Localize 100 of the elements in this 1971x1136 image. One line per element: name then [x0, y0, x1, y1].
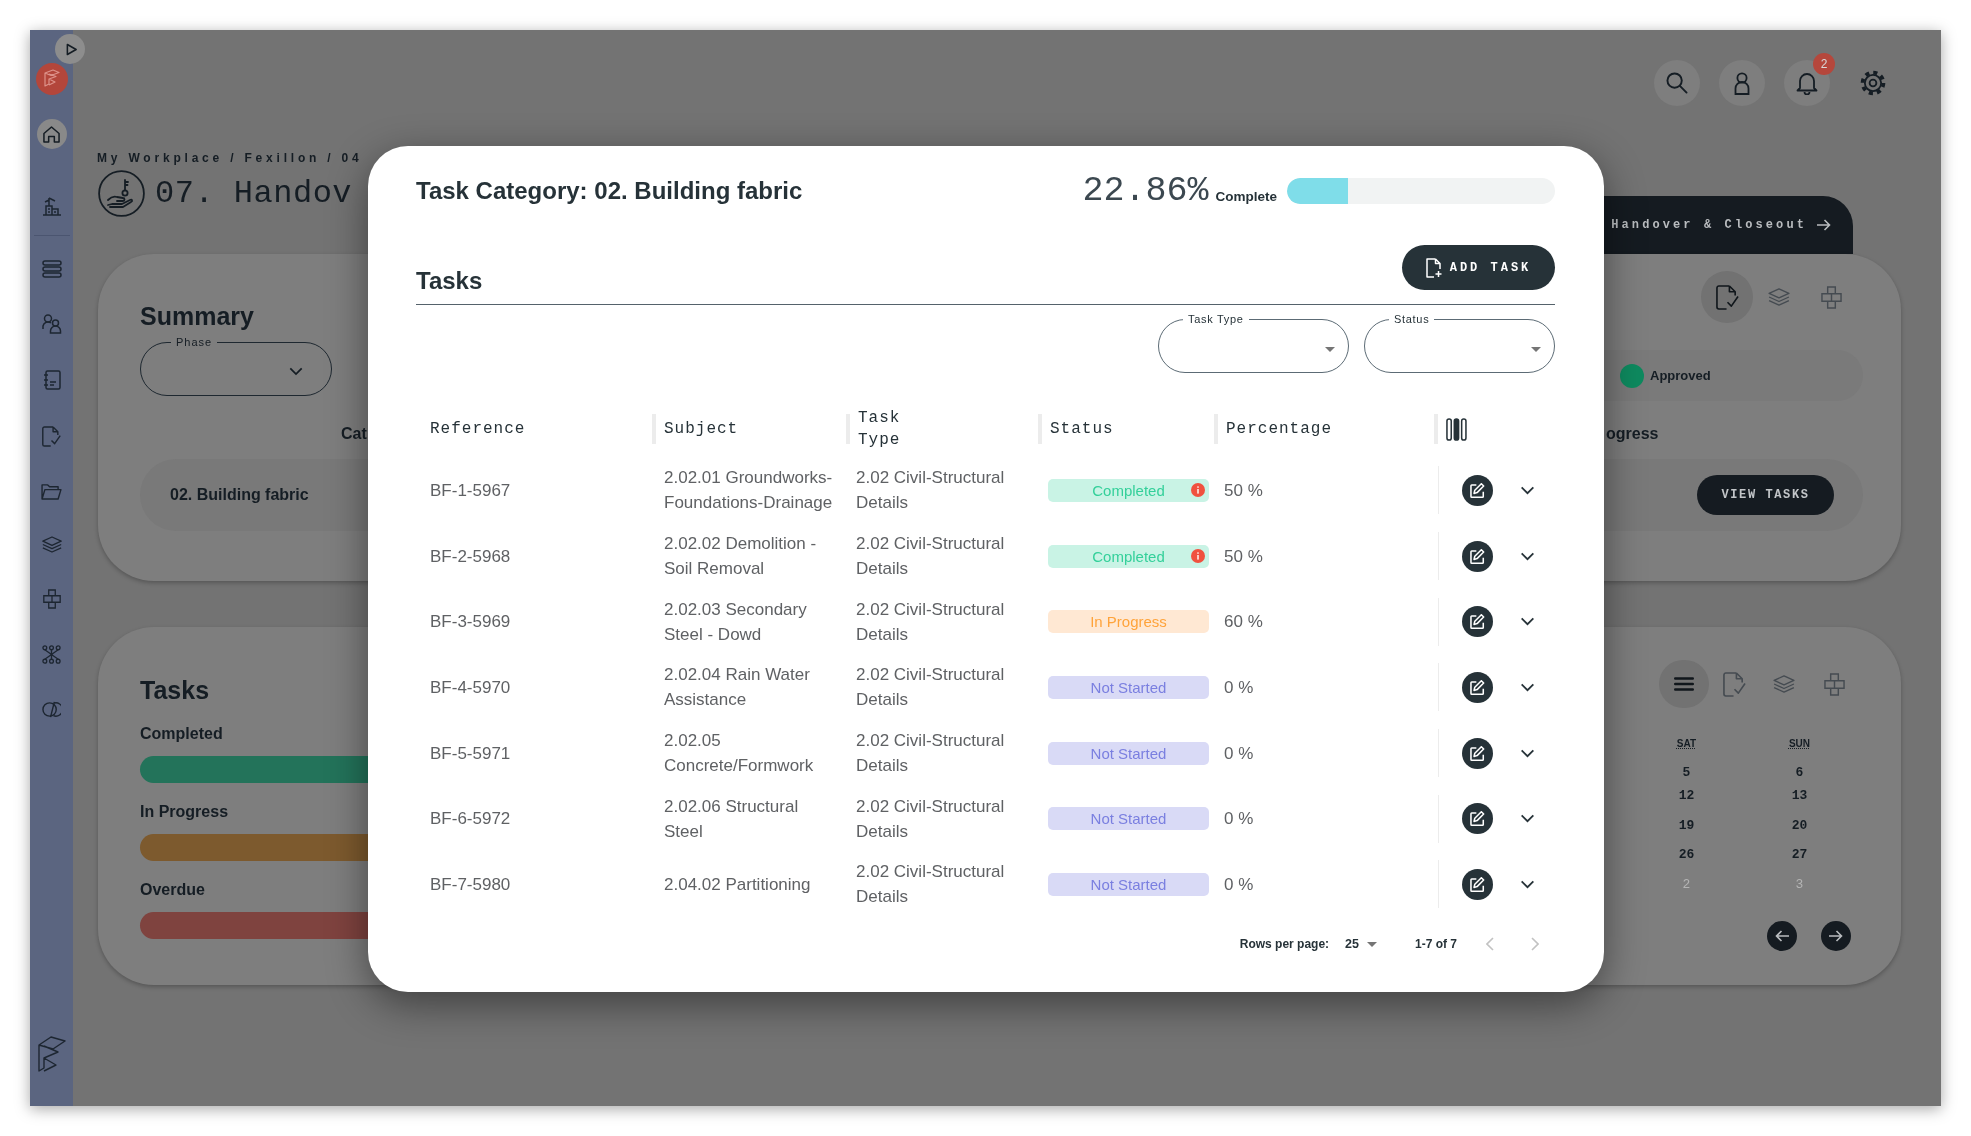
task-type-cell-text: 2.02 Civil-Structural Details: [855, 861, 1006, 909]
notification-badge: 2: [1813, 53, 1835, 75]
expand-row-button[interactable]: [1520, 551, 1535, 561]
section-title: Tasks: [416, 267, 483, 295]
edit-button[interactable]: [1462, 606, 1493, 638]
subject-cell-text: 2.02.02 Demolition - Soil Removal: [663, 533, 818, 581]
network-icon[interactable]: [42, 645, 61, 664]
status-label: Completed: [1092, 546, 1165, 567]
crane-icon[interactable]: [41, 196, 62, 216]
column-header[interactable]: Status: [1038, 414, 1214, 444]
reference-cell-text: BF-3-5969: [429, 611, 511, 634]
calendar-date[interactable]: 26: [1678, 840, 1695, 870]
reference-cell-text: BF-6-5972: [429, 808, 511, 831]
stack-icon[interactable]: [41, 260, 62, 278]
edit-icon: [1470, 811, 1485, 827]
task-type-cell-text: 2.02 Civil-Structural Details: [855, 533, 1006, 581]
column-header[interactable]: Reference: [416, 414, 652, 444]
previous-month-button[interactable]: [1767, 920, 1797, 951]
calendar-date[interactable]: 19: [1678, 810, 1695, 841]
edit-button[interactable]: [1462, 540, 1493, 572]
column-header[interactable]: Subject: [652, 414, 846, 444]
expand-row-button[interactable]: [1520, 814, 1535, 824]
layers-icon: [1768, 288, 1790, 306]
play-icon: [66, 42, 77, 56]
chevron-down-icon: [1520, 879, 1535, 889]
sidebar-toggle-button[interactable]: [55, 34, 85, 64]
chevron-down-icon: [289, 366, 303, 376]
bar-label: Overdue: [140, 880, 205, 900]
edit-icon: [1470, 679, 1485, 695]
checklist-icon: [1715, 284, 1739, 310]
calendar-date[interactable]: 27: [1791, 840, 1808, 870]
expand-row-button[interactable]: [1520, 617, 1535, 627]
search-button[interactable]: [1654, 60, 1700, 106]
subject-cell-text: 2.02.04 Rain Water Assistance: [663, 664, 811, 712]
expand-row-button[interactable]: [1520, 682, 1535, 692]
subject-cell-text: 2.02.05 Concrete/Formwork: [663, 730, 815, 778]
column-header[interactable]: Task Type: [846, 407, 1038, 451]
edit-button[interactable]: [1462, 737, 1493, 769]
account-button[interactable]: [1719, 60, 1765, 106]
edit-icon: [1470, 482, 1485, 498]
expand-row-button[interactable]: [1520, 748, 1535, 758]
layers-icon[interactable]: [41, 536, 62, 553]
add-task-button[interactable]: ADD TASK: [1402, 245, 1555, 290]
card-title: Tasks: [140, 676, 210, 704]
view-button[interactable]: [1701, 271, 1753, 323]
chevron-down-icon: [1520, 682, 1535, 692]
people-icon[interactable]: [41, 314, 62, 334]
arrow-left-icon: [1775, 929, 1789, 942]
dialog-title: Task Category: 02. Building fabric: [416, 177, 803, 205]
calendar-date[interactable]: 12: [1678, 780, 1695, 811]
notifications-button[interactable]: [1784, 60, 1830, 106]
view-tasks-button[interactable]: VIEW TASKS: [1697, 475, 1834, 515]
percentage-cell-text: 0 %: [1223, 676, 1254, 699]
blocks-icon[interactable]: [42, 589, 61, 609]
blocks-icon: [1820, 285, 1842, 309]
chevron-down-icon: [1520, 617, 1535, 627]
rows-per-page-select[interactable]: 25: [1345, 937, 1377, 952]
rows-per-page-label: Rows per page:: [1239, 937, 1330, 952]
checklist-icon: [1722, 671, 1746, 697]
caret-down-icon: [1325, 346, 1335, 352]
card-title: Summary: [140, 302, 254, 330]
edit-button[interactable]: [1462, 671, 1493, 703]
calendar-date[interactable]: 6: [1795, 757, 1804, 781]
subject-cell-text: 2.02.03 Secondary Steel - Dowd: [663, 598, 808, 646]
settings-icon[interactable]: [1860, 70, 1886, 96]
folder-icon[interactable]: [41, 483, 62, 500]
next-month-button[interactable]: [1821, 920, 1851, 951]
chevron-down-icon: [1520, 814, 1535, 824]
reference-cell-text: BF-4-5970: [429, 676, 511, 699]
page-title: 07. Handov: [155, 173, 353, 214]
home-button[interactable]: [36, 119, 67, 149]
overlap-circles-icon[interactable]: [42, 700, 61, 719]
view-button[interactable]: [1659, 660, 1709, 708]
task-type-cell-text: 2.02 Civil-Structural Details: [855, 795, 1006, 843]
logo-icon[interactable]: [35, 63, 68, 95]
expand-row-button[interactable]: [1520, 485, 1535, 495]
layers-icon: [1773, 675, 1795, 693]
column-header[interactable]: Percentage: [1214, 414, 1434, 444]
weekday-label: SAT: [1676, 737, 1697, 745]
calendar-date[interactable]: 13: [1791, 780, 1808, 811]
calendar-date[interactable]: 20: [1791, 810, 1808, 841]
notebook-icon[interactable]: [42, 370, 61, 390]
reference-cell-text: BF-7-5980: [429, 873, 511, 896]
checklist-icon[interactable]: [42, 426, 61, 447]
edit-button[interactable]: [1462, 868, 1493, 900]
edit-icon: [1470, 876, 1485, 892]
caret-down-icon: [1531, 346, 1541, 352]
columns-icon[interactable]: [1446, 417, 1467, 441]
edit-button[interactable]: [1462, 803, 1493, 835]
arrow-right-icon: [1829, 929, 1843, 942]
hand-key-icon: [98, 170, 145, 217]
bar-label: In Progress: [140, 802, 229, 822]
calendar-date[interactable]: 5: [1682, 757, 1691, 781]
chevron-left-icon: [1486, 937, 1494, 952]
logo-outline-icon[interactable]: [37, 1036, 66, 1074]
expand-row-button[interactable]: [1520, 879, 1535, 889]
percentage-cell-text: 0 %: [1223, 873, 1254, 896]
edit-button[interactable]: [1462, 474, 1493, 506]
percentage-cell-text: 50 %: [1223, 545, 1263, 568]
status-label: Completed: [1092, 480, 1165, 501]
